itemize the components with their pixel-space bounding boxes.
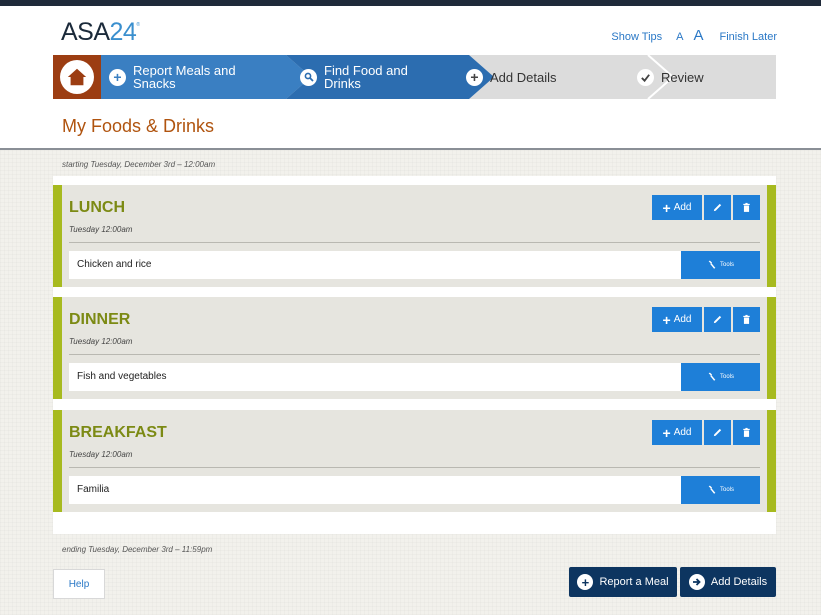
plus-icon: + [662,311,671,328]
meal-actions: + Add [652,195,760,220]
trash-icon [743,202,750,212]
delete-meal-button[interactable] [733,195,760,220]
home-button[interactable] [53,55,101,99]
tools-button[interactable]: Tools [681,476,760,504]
delete-meal-button[interactable] [733,420,760,445]
add-food-button[interactable]: + Add [652,307,702,332]
step-report-meals[interactable]: + Report Meals and Snacks [109,55,236,99]
range-start-text: starting Tuesday, December 3rd – 12:00am [62,160,216,169]
range-end-text: ending Tuesday, December 3rd – 11:59pm [62,545,213,554]
plus-icon: + [662,424,671,441]
tools-button[interactable]: Tools [681,251,760,279]
food-name: Fish and vegetables [77,371,167,382]
arrow-right-icon [688,574,705,590]
page-title: My Foods & Drinks [62,116,215,136]
report-meal-button[interactable]: + Report a Meal [569,567,677,597]
step-find-food-line2: Drinks [324,76,361,91]
wrench-icon [708,260,716,269]
plus-icon: + [109,68,126,86]
meal-name: LUNCH [69,199,125,216]
plus-circle-icon: + [577,574,594,590]
add-details-button[interactable]: Add Details [680,567,776,597]
wrench-icon [708,372,716,381]
pencil-icon [713,315,722,324]
edit-meal-button[interactable] [704,307,731,332]
pencil-icon [713,203,722,212]
edit-meal-button[interactable] [704,195,731,220]
meal-time: Tuesday 12:00am [69,450,133,459]
add-details-label: Add Details [710,576,768,588]
progress-nav: + Report Meals and Snacks Find Food and Dr… [53,55,776,99]
meal-actions: + Add [652,307,760,332]
delete-meal-button[interactable] [733,307,760,332]
finish-later-link[interactable]: Finish Later [720,31,777,43]
step-report-meals-line2: Snacks [133,76,176,91]
food-name: Chicken and rice [77,259,152,270]
meal-name: DINNER [69,311,131,328]
meal-card: DINNER Tuesday 12:00am + Add Fish and veg… [53,297,776,399]
help-button[interactable]: Help [53,569,105,599]
meal-actions: + Add [652,420,760,445]
house-icon [67,68,87,86]
step-review[interactable]: Review [637,55,704,99]
font-size-small-button[interactable]: A [676,31,683,43]
pencil-icon [713,428,722,437]
step-review-label: Review [661,69,704,85]
search-icon [300,68,317,86]
tools-button[interactable]: Tools [681,363,760,391]
food-item[interactable]: Chicken and rice Tools [69,251,760,279]
step-add-details[interactable]: + Add Details [466,55,556,99]
add-food-button[interactable]: + Add [652,195,702,220]
asa24-logo[interactable]: ASA24® [61,18,140,47]
food-item[interactable]: Fish and vegetables Tools [69,363,760,391]
check-icon [637,68,654,86]
top-border [0,0,821,6]
trash-icon [743,314,750,324]
wrench-icon [708,485,716,494]
report-meal-label: Report a Meal [599,576,669,588]
edit-meal-button[interactable] [704,420,731,445]
header-links: Show Tips A A Finish Later [611,27,777,44]
step-add-details-label: Add Details [490,69,557,85]
plus-icon: + [662,199,671,216]
meal-time: Tuesday 12:00am [69,337,133,346]
food-item[interactable]: Familia Tools [69,476,760,504]
step-find-food[interactable]: Find Food and Drinks [300,55,408,99]
food-name: Familia [77,484,110,495]
meal-card: LUNCH Tuesday 12:00am + Add Chicken and r… [53,185,776,287]
show-tips-link[interactable]: Show Tips [611,31,662,43]
trash-icon [743,427,750,437]
font-size-large-button[interactable]: A [694,27,704,44]
add-food-button[interactable]: + Add [652,420,702,445]
meal-card: BREAKFAST Tuesday 12:00am + Add Familia T… [53,410,776,512]
meal-name: BREAKFAST [69,424,167,441]
meal-time: Tuesday 12:00am [69,225,133,234]
plus-icon: + [466,68,483,86]
